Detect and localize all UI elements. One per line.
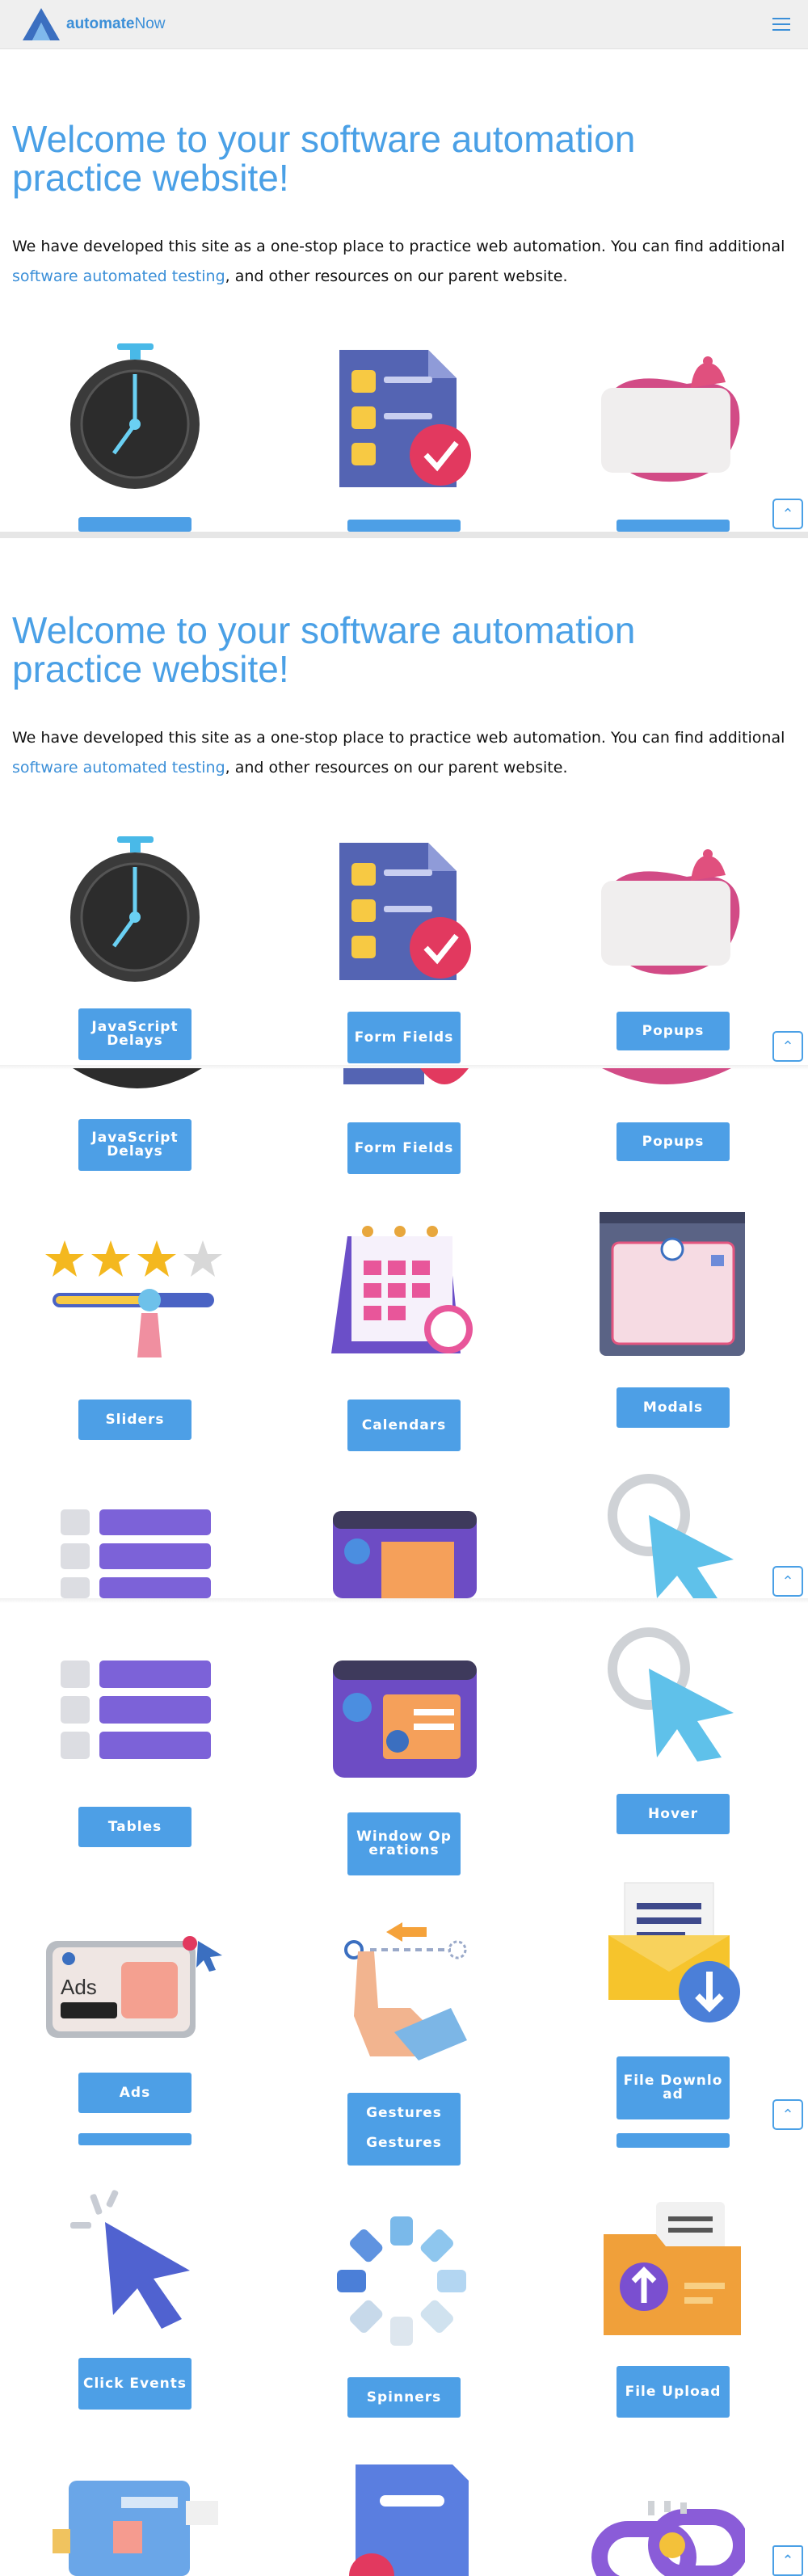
file-download-button-partial[interactable]: [617, 2133, 730, 2148]
sliders-button[interactable]: Sliders: [78, 1400, 191, 1440]
site-header: automateNow: [0, 0, 808, 49]
intro-text-2: We have developed this site as a one-sto…: [12, 729, 785, 777]
folder-upload-icon: [604, 2202, 741, 2335]
popup-bell-icon: [601, 356, 740, 482]
chevron-up-icon[interactable]: ⌃: [772, 1566, 803, 1597]
click-cursor-icon: [70, 2190, 190, 2329]
site-logo[interactable]: automateNow: [21, 6, 165, 42]
form-document-icon: [339, 350, 471, 487]
popup-bell-icon: [601, 849, 740, 975]
ads-button-partial[interactable]: [78, 2133, 191, 2145]
intro-text: We have developed this site as a one-sto…: [12, 238, 785, 285]
tables-button[interactable]: Tables: [78, 1807, 191, 1847]
section-divider: [0, 1598, 808, 1603]
logo-icon: [23, 8, 60, 40]
window-operations-button[interactable]: Window Operations: [347, 1812, 461, 1875]
gesture-hand-icon: [344, 1922, 467, 2060]
table-icon-partial: [61, 1509, 211, 1598]
gestures-button[interactable]: Gestures: [347, 2121, 461, 2166]
calendars-button[interactable]: Calendars: [347, 1400, 461, 1451]
chevron-up-icon[interactable]: ⌃: [772, 1031, 803, 1062]
popups-button[interactable]: Popups: [617, 1012, 730, 1050]
svg-text:Ads: Ads: [61, 1975, 97, 1999]
parent-site-link-2[interactable]: software automated testing: [12, 759, 225, 777]
form-fields-button[interactable]: Form Fields: [347, 1012, 461, 1063]
popup-bell-icon-partial: [602, 1068, 731, 1084]
spinners-button[interactable]: Spinners: [347, 2377, 461, 2418]
modal-window-icon: [600, 1212, 745, 1356]
js-delays-button[interactable]: JavaScript Delays: [78, 1008, 191, 1060]
calendar-icon: [331, 1226, 473, 1353]
logo-text: automateNow: [66, 15, 166, 32]
table-icon: [61, 1661, 211, 1759]
file-upload-button[interactable]: File Upload: [617, 2366, 730, 2418]
section-divider: [0, 532, 808, 538]
chevron-up-icon[interactable]: ⌃: [772, 2545, 803, 2576]
stopwatch-icon: [70, 836, 200, 982]
js-delays-button[interactable]: JavaScript Delays: [78, 1119, 191, 1171]
chevron-up-icon[interactable]: ⌃: [772, 2099, 803, 2130]
popups-button-partial[interactable]: [617, 520, 730, 532]
click-events-button[interactable]: Click Events: [78, 2358, 191, 2410]
cursor-hover-icon-partial: [608, 1474, 734, 1598]
parent-site-link[interactable]: software automated testing: [12, 267, 225, 285]
chain-link-icon-partial: [591, 2501, 745, 2576]
hover-button[interactable]: Hover: [617, 1794, 730, 1834]
file-download-button[interactable]: File Download: [617, 2056, 730, 2119]
form-fields-button-partial[interactable]: [347, 520, 461, 532]
browser-window-icon-partial: [333, 1511, 477, 1598]
form-document-icon-partial: [343, 1068, 469, 1084]
spinner-icon: [337, 2216, 466, 2346]
popups-button[interactable]: Popups: [617, 1122, 730, 1161]
stopwatch-icon-partial: [73, 1068, 202, 1088]
js-delays-button-partial[interactable]: [78, 517, 191, 532]
design-tools-icon-partial: [53, 2481, 218, 2576]
stopwatch-icon: [70, 343, 200, 489]
browser-window-icon: [333, 1661, 477, 1778]
page-title: Welcome to your software automation prac…: [12, 118, 636, 199]
chevron-up-icon[interactable]: ⌃: [772, 499, 803, 529]
document-card-icon-partial: [349, 2464, 469, 2576]
modals-button[interactable]: Modals: [617, 1387, 730, 1428]
slider-stars-icon: [45, 1240, 222, 1357]
form-document-icon: [339, 843, 471, 980]
page-title-2: Welcome to your software automation prac…: [12, 609, 636, 690]
form-fields-button[interactable]: Form Fields: [347, 1122, 461, 1174]
ads-button[interactable]: Ads: [78, 2073, 191, 2113]
cursor-hover-icon: [608, 1627, 734, 1762]
hamburger-icon[interactable]: [770, 14, 793, 35]
ads-icon: Ads: [46, 1936, 222, 2038]
mail-download-icon: [608, 1882, 740, 2022]
